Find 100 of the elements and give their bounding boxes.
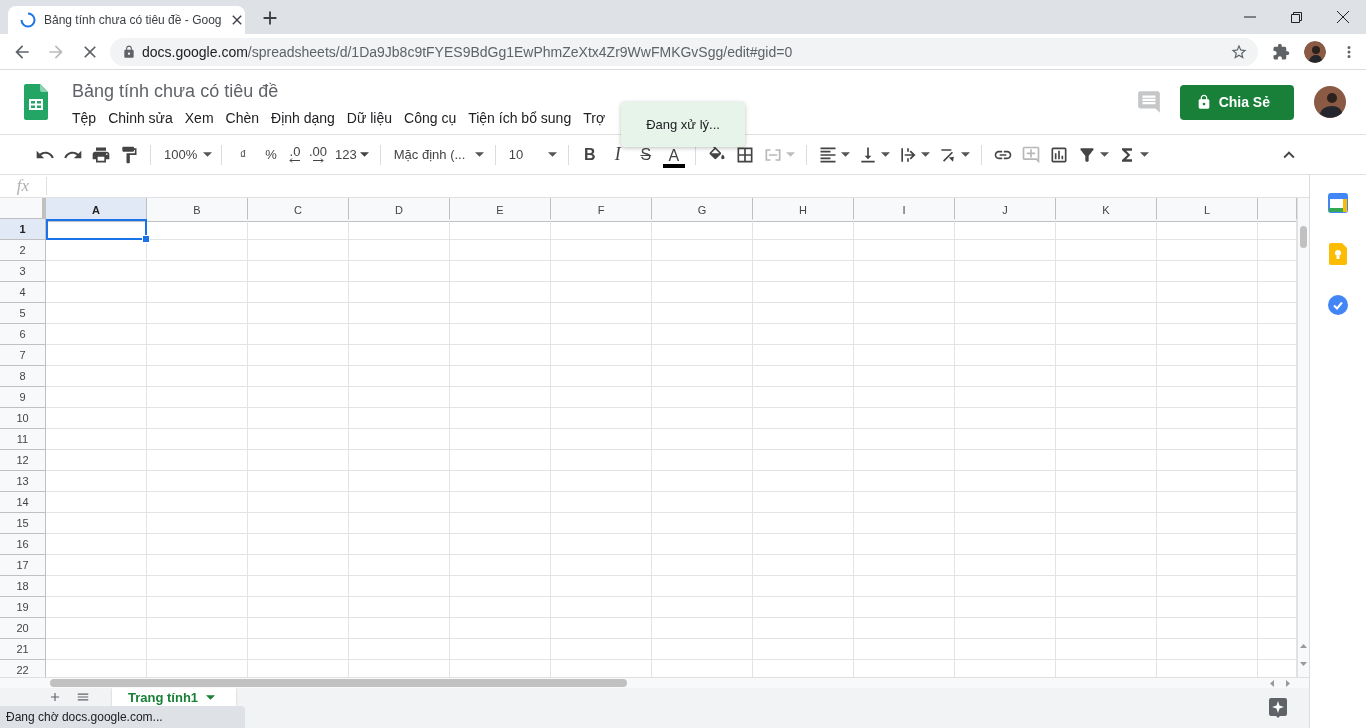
column-header[interactable]: C bbox=[248, 198, 349, 222]
table-cell[interactable] bbox=[147, 408, 248, 429]
table-cell[interactable] bbox=[450, 555, 551, 576]
scroll-left-icon[interactable] bbox=[1270, 679, 1274, 687]
table-cell[interactable] bbox=[46, 450, 147, 471]
table-cell[interactable] bbox=[1056, 282, 1157, 303]
row-header[interactable]: 2 bbox=[0, 240, 46, 261]
table-cell[interactable] bbox=[955, 618, 1056, 639]
row-header[interactable]: 9 bbox=[0, 387, 46, 408]
table-cell[interactable] bbox=[652, 219, 753, 240]
menu-item[interactable]: Chèn bbox=[219, 107, 266, 128]
row-header[interactable]: 3 bbox=[0, 261, 46, 282]
table-cell[interactable] bbox=[1157, 387, 1258, 408]
table-cell[interactable] bbox=[753, 219, 854, 240]
table-cell[interactable] bbox=[854, 261, 955, 282]
table-cell[interactable] bbox=[1157, 429, 1258, 450]
table-cell[interactable] bbox=[349, 219, 450, 240]
table-cell[interactable] bbox=[1157, 303, 1258, 324]
menu-item[interactable]: Dữ liệu bbox=[340, 107, 399, 128]
table-cell[interactable] bbox=[349, 597, 450, 618]
table-cell[interactable] bbox=[248, 324, 349, 345]
table-cell[interactable] bbox=[551, 576, 652, 597]
table-cell[interactable] bbox=[854, 555, 955, 576]
table-cell[interactable] bbox=[147, 303, 248, 324]
table-cell[interactable] bbox=[248, 555, 349, 576]
table-cell[interactable] bbox=[753, 618, 854, 639]
sheets-logo-icon[interactable] bbox=[24, 84, 48, 120]
table-cell[interactable] bbox=[854, 450, 955, 471]
table-cell[interactable] bbox=[652, 261, 753, 282]
table-cell[interactable] bbox=[1056, 366, 1157, 387]
row-header[interactable]: 18 bbox=[0, 576, 46, 597]
table-cell[interactable] bbox=[652, 597, 753, 618]
table-cell[interactable] bbox=[753, 597, 854, 618]
share-button[interactable]: Chia Sẻ bbox=[1179, 84, 1294, 120]
table-cell[interactable] bbox=[349, 576, 450, 597]
table-cell[interactable] bbox=[854, 219, 955, 240]
table-cell[interactable] bbox=[854, 240, 955, 261]
table-cell[interactable] bbox=[450, 366, 551, 387]
table-cell[interactable] bbox=[854, 303, 955, 324]
table-cell[interactable] bbox=[450, 282, 551, 303]
table-cell[interactable] bbox=[450, 408, 551, 429]
table-cell[interactable] bbox=[46, 240, 147, 261]
avatar-icon[interactable] bbox=[1314, 86, 1346, 118]
table-cell[interactable] bbox=[1157, 261, 1258, 282]
row-header[interactable]: 15 bbox=[0, 513, 46, 534]
row-header[interactable]: 22 bbox=[0, 660, 46, 677]
table-cell[interactable] bbox=[248, 366, 349, 387]
table-cell[interactable] bbox=[955, 471, 1056, 492]
column-header[interactable]: A bbox=[46, 198, 147, 222]
table-cell[interactable] bbox=[551, 429, 652, 450]
table-cell[interactable] bbox=[147, 555, 248, 576]
table-cell[interactable] bbox=[551, 219, 652, 240]
table-cell[interactable] bbox=[1056, 345, 1157, 366]
table-cell[interactable] bbox=[1056, 576, 1157, 597]
table-cell[interactable] bbox=[46, 408, 147, 429]
table-cell[interactable] bbox=[753, 408, 854, 429]
table-cell[interactable] bbox=[349, 387, 450, 408]
table-cell[interactable] bbox=[1056, 408, 1157, 429]
table-cell[interactable] bbox=[349, 366, 450, 387]
table-cell[interactable] bbox=[248, 219, 349, 240]
table-cell[interactable] bbox=[854, 576, 955, 597]
table-cell[interactable] bbox=[349, 471, 450, 492]
table-cell[interactable] bbox=[248, 261, 349, 282]
table-cell[interactable] bbox=[450, 219, 551, 240]
table-cell[interactable] bbox=[955, 597, 1056, 618]
table-cell[interactable] bbox=[46, 492, 147, 513]
table-cell[interactable] bbox=[1157, 345, 1258, 366]
row-header[interactable]: 16 bbox=[0, 534, 46, 555]
table-cell[interactable] bbox=[1157, 534, 1258, 555]
table-cell[interactable] bbox=[1056, 492, 1157, 513]
table-cell[interactable] bbox=[551, 324, 652, 345]
zoom-select[interactable]: 100% bbox=[158, 140, 214, 169]
bold-button[interactable]: B bbox=[575, 140, 604, 169]
table-cell[interactable] bbox=[955, 345, 1056, 366]
table-cell[interactable] bbox=[248, 303, 349, 324]
table-cell[interactable] bbox=[551, 240, 652, 261]
table-cell[interactable] bbox=[955, 450, 1056, 471]
table-cell[interactable] bbox=[147, 492, 248, 513]
menu-item[interactable]: Trợ bbox=[577, 107, 612, 128]
scroll-right-icon[interactable] bbox=[1286, 679, 1290, 687]
table-cell[interactable] bbox=[955, 282, 1056, 303]
table-cell[interactable] bbox=[349, 282, 450, 303]
table-cell[interactable] bbox=[147, 387, 248, 408]
table-cell[interactable] bbox=[450, 261, 551, 282]
table-cell[interactable] bbox=[147, 240, 248, 261]
table-cell[interactable] bbox=[955, 408, 1056, 429]
table-cell[interactable] bbox=[753, 240, 854, 261]
table-cell[interactable] bbox=[1157, 450, 1258, 471]
table-cell[interactable] bbox=[1056, 639, 1157, 660]
table-cell[interactable] bbox=[46, 618, 147, 639]
table-cell[interactable] bbox=[1157, 282, 1258, 303]
table-cell[interactable] bbox=[551, 303, 652, 324]
menu-item[interactable]: Xem bbox=[178, 107, 220, 128]
table-cell[interactable] bbox=[1157, 639, 1258, 660]
table-cell[interactable] bbox=[551, 555, 652, 576]
table-cell[interactable] bbox=[753, 576, 854, 597]
table-cell[interactable] bbox=[147, 597, 248, 618]
table-cell[interactable] bbox=[248, 429, 349, 450]
table-cell[interactable] bbox=[147, 261, 248, 282]
table-cell[interactable] bbox=[349, 534, 450, 555]
